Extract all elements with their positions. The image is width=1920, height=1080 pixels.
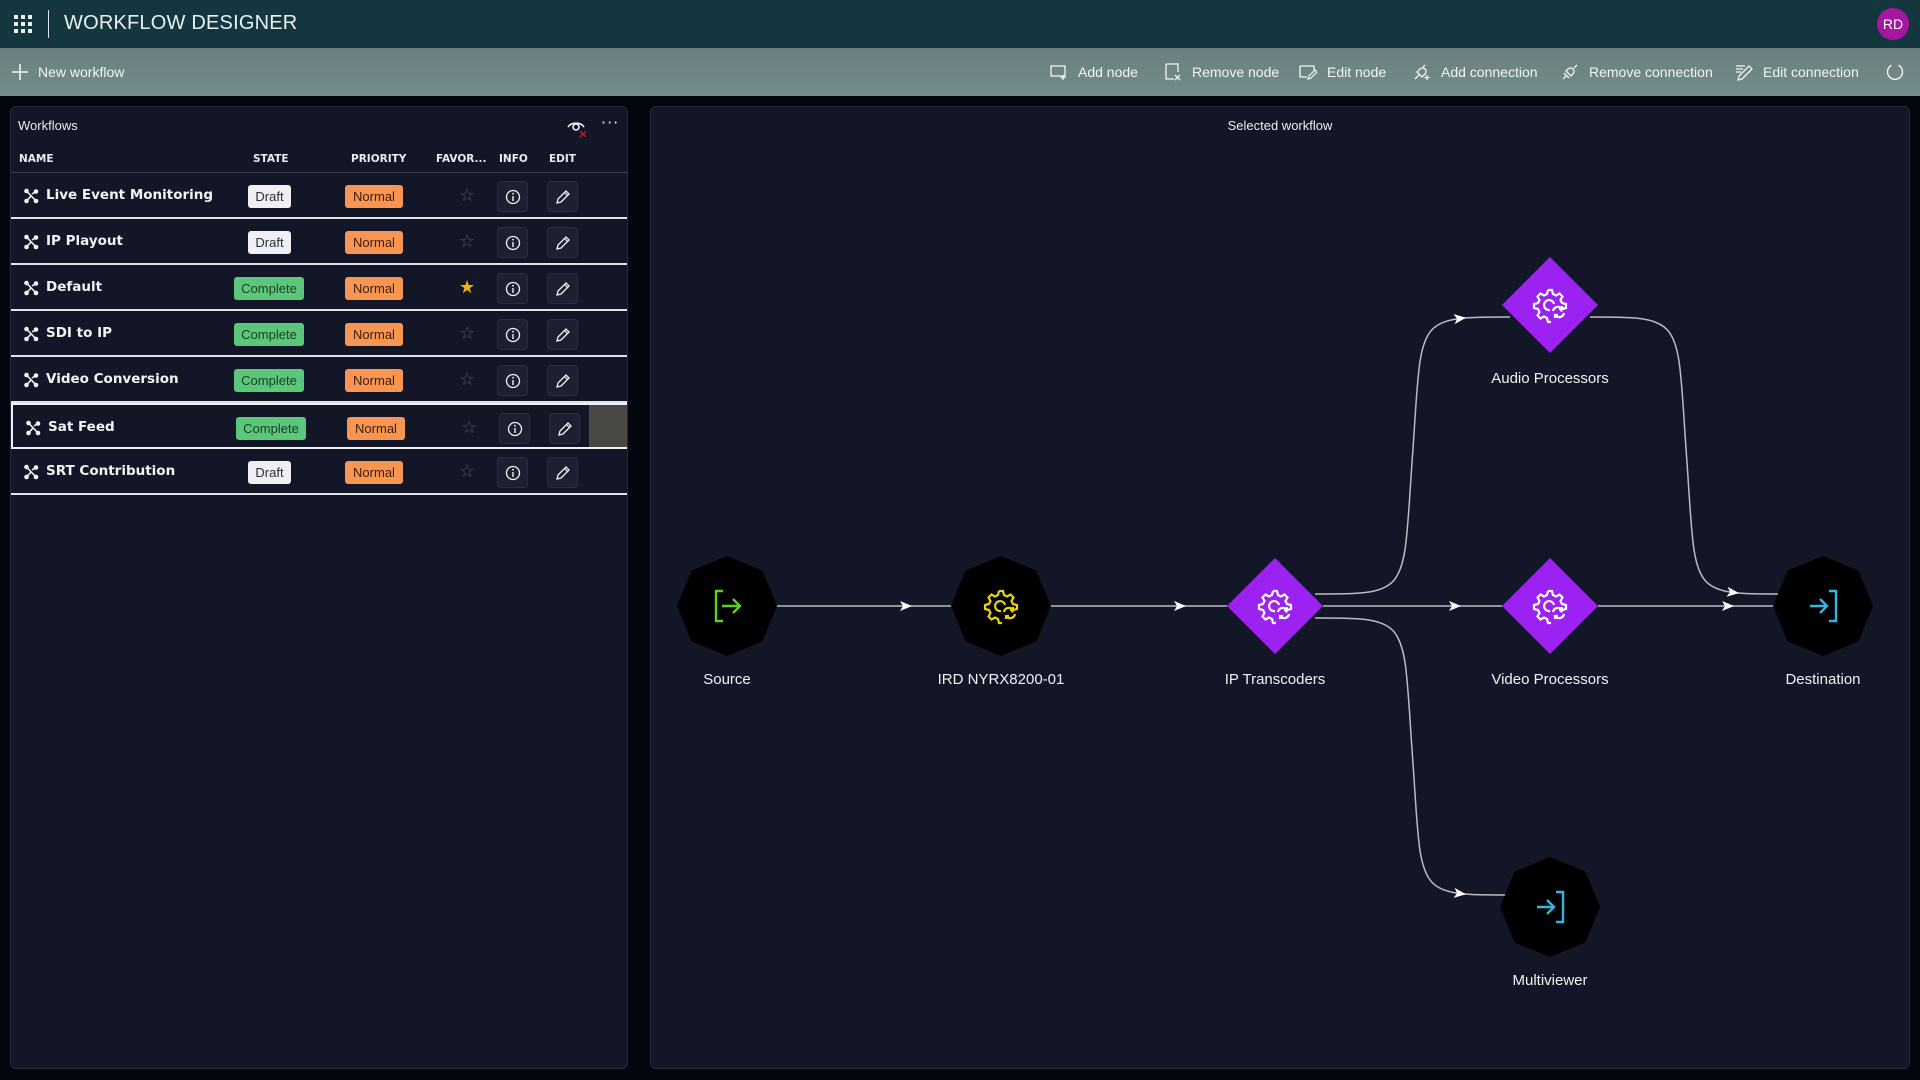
- node-ird[interactable]: IRD NYRX8200-01: [938, 556, 1065, 688]
- node-label: Multiviewer: [1512, 972, 1587, 989]
- connection-iptx-audio[interactable]: [1314, 316, 1511, 595]
- node-label: Video Processors: [1491, 671, 1608, 688]
- node-audio[interactable]: Audio Processors: [1491, 257, 1609, 387]
- node-video[interactable]: Video Processors: [1491, 558, 1609, 688]
- workflow-graph: Source IRD NYRX8200-01 IP Transcoders Audio…: [677, 257, 1873, 989]
- node-label: IRD NYRX8200-01: [938, 671, 1065, 688]
- node-iptx[interactable]: IP Transcoders: [1225, 558, 1326, 688]
- node-shape: [1227, 558, 1323, 654]
- node-label: IP Transcoders: [1225, 671, 1326, 688]
- node-mv[interactable]: Multiviewer: [1500, 857, 1600, 989]
- node-label: Source: [703, 671, 751, 688]
- connection-iptx-mv[interactable]: [1314, 617, 1511, 896]
- node-source[interactable]: Source: [677, 556, 777, 688]
- node-shape: [951, 556, 1051, 656]
- node-shape: [1502, 558, 1598, 654]
- connection-audio-dest[interactable]: [1589, 316, 1784, 595]
- node-shape: [1502, 257, 1598, 353]
- node-label: Destination: [1785, 671, 1860, 688]
- node-label: Audio Processors: [1491, 370, 1609, 387]
- node-dest[interactable]: Destination: [1773, 556, 1873, 688]
